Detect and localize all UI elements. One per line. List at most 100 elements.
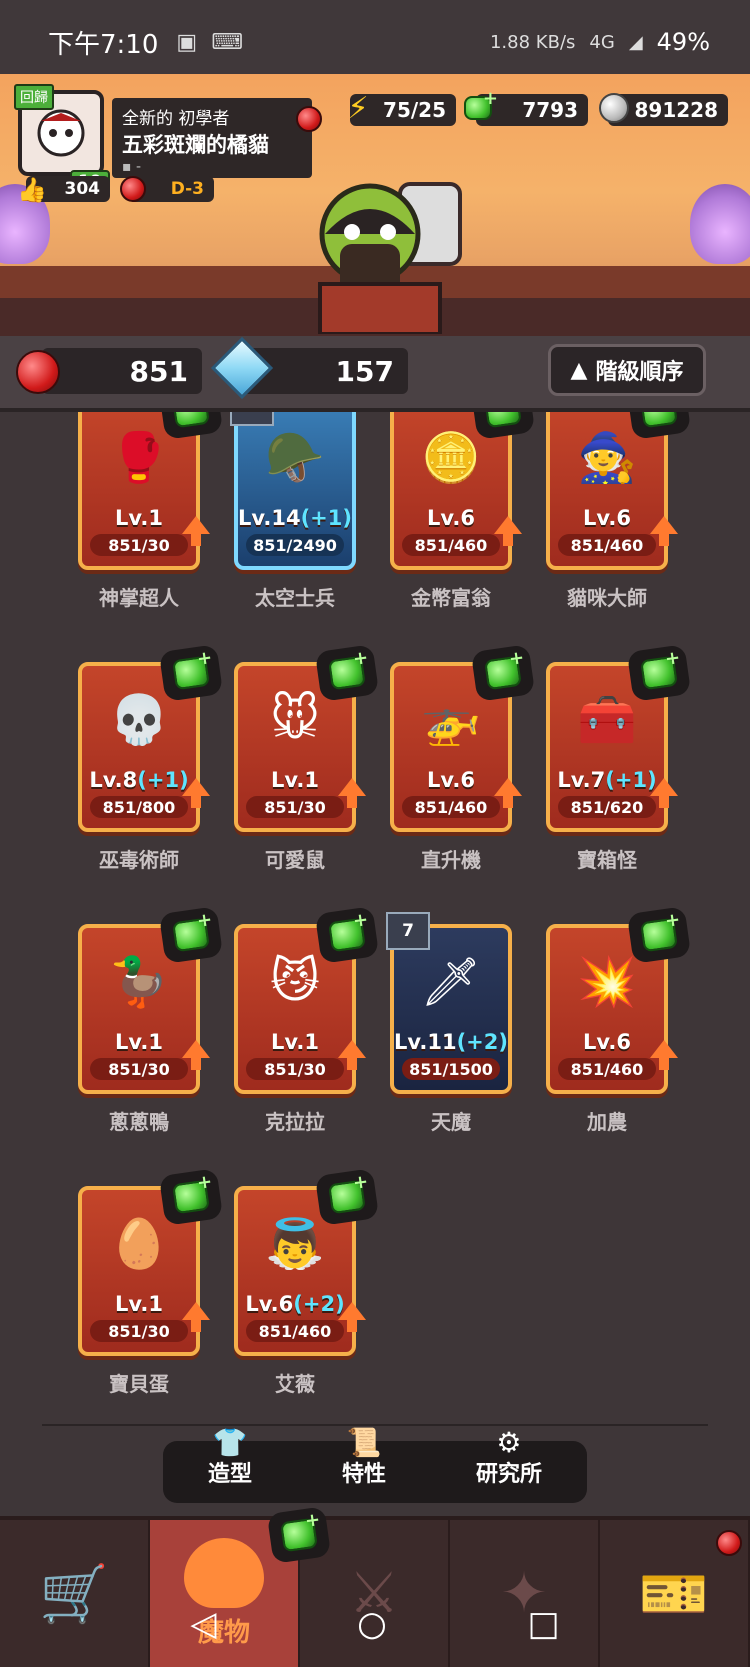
nav-rank[interactable]: ✦ — [450, 1520, 600, 1667]
gem-icon — [328, 655, 366, 691]
gem-icon — [640, 412, 678, 429]
monster-name: 神掌超人 — [99, 586, 179, 610]
monster-card[interactable]: 🪖Lv.14(+1)851/249014 — [230, 412, 356, 570]
monster-shard-progress: 851/1500 — [402, 1058, 500, 1080]
monster-name: 蔥蔥鴨 — [109, 1110, 169, 1134]
monster-card[interactable]: 🚁 Lv.6 851/460 — [390, 644, 536, 832]
gem-icon — [328, 1179, 366, 1215]
nav-battle[interactable]: ⚔ — [300, 1520, 450, 1667]
sort-button[interactable]: ▲ 階級順序 — [548, 344, 706, 396]
upgrade-gem-badge[interactable] — [314, 906, 380, 964]
monster-level-text: Lv.14 — [238, 506, 301, 530]
monster-shard-progress: 851/460 — [558, 1058, 656, 1080]
monster-grid: 🥊Lv.1851/30神掌超人🪖Lv.14(+1)851/249014太空士兵🪙… — [0, 412, 750, 1412]
upgrade-gem-badge[interactable] — [470, 644, 536, 702]
nav-shop[interactable]: 🛒 — [0, 1520, 150, 1667]
upgrade-gem-badge[interactable] — [626, 906, 692, 964]
monster-shard-progress: 851/460 — [246, 1320, 344, 1342]
upgrade-arrow-icon — [338, 1040, 366, 1070]
monster-name: 金幣富翁 — [411, 586, 491, 610]
monster-level-bonus: (+2) — [456, 1030, 508, 1054]
monster-level: Lv.1 — [238, 768, 352, 792]
upgrade-gem-badge[interactable] — [158, 1168, 224, 1226]
tab-lab-label: 研究所 — [475, 1462, 542, 1487]
monster-card[interactable]: 🧙 Lv.6 851/460 — [546, 412, 692, 570]
cart-icon: 🛒 — [39, 1561, 109, 1627]
stage-orb-icon — [120, 176, 146, 202]
tab-traits[interactable]: 📜 特性 — [342, 1426, 386, 1488]
monster-card[interactable]: 💀 Lv.8(+1) 851/800 — [78, 644, 224, 832]
gem-icon — [484, 655, 522, 691]
monster-level-text: Lv.7 — [557, 768, 606, 792]
nav-tickets[interactable]: 🎫 — [600, 1520, 750, 1667]
green-gem-icon — [460, 88, 498, 126]
sort-label: 階級順序 — [595, 360, 684, 385]
monster-name: 寶箱怪 — [577, 848, 637, 872]
monster-card[interactable]: 🗡 Lv.11(+2) 851/1500 7 — [386, 912, 512, 1094]
monster-level-text: Lv.6 — [583, 506, 631, 530]
upgrade-gem-badge[interactable] — [158, 644, 224, 702]
status-bar: 下午7:10 ▣ ⌨ 1.88 KB/s 4G ◢ 49% — [0, 0, 750, 84]
monster-card[interactable]: 👼 Lv.6(+2) 851/460 — [234, 1168, 380, 1356]
gamepad-icon: ⌨ — [211, 29, 243, 55]
upgrade-arrow-icon — [338, 778, 366, 808]
signal-icon: ◢ — [628, 31, 643, 53]
monster-name: 巫毒術師 — [99, 848, 179, 872]
monster-card[interactable]: 🪙 Lv.6 851/460 — [390, 412, 536, 570]
nav-monsters-label: 魔物 — [197, 1618, 250, 1648]
ticket-icon: 🎫 — [639, 1561, 709, 1627]
monster-level-text: Lv.1 — [115, 506, 163, 530]
network-type: 4G — [589, 31, 615, 53]
monster-card[interactable]: 🥊 Lv.1 851/30 — [78, 412, 224, 570]
hero-header: 回歸 19 全新的 初學者 五彩斑斕的橘貓 ▪ - 304 👍 D-3 75/2… — [0, 74, 750, 336]
upgrade-arrow-icon — [182, 1040, 210, 1070]
silver-coin-icon — [596, 90, 632, 126]
upgrade-arrow-icon — [182, 1302, 210, 1332]
crossed-swords-icon: ⚔ — [348, 1561, 400, 1626]
monster-card[interactable]: 🥚 Lv.1 851/30 — [78, 1168, 224, 1356]
guild-info: ▪ - — [122, 159, 142, 175]
upgrade-gem-badge[interactable] — [158, 906, 224, 964]
tab-skin[interactable]: 👕 造型 — [208, 1426, 252, 1488]
upgrade-arrow-icon — [494, 778, 522, 808]
monster-level: Lv.8(+1) — [82, 768, 196, 792]
scroll-icon: 📜 — [346, 1426, 382, 1459]
upgrade-gem-badge[interactable] — [314, 644, 380, 702]
monster-card[interactable]: 🧰 Lv.7(+1) 851/620 — [546, 644, 692, 832]
monster-level: Lv.7(+1) — [550, 768, 664, 792]
thumbs-up-icon: 👍 — [17, 176, 47, 204]
orc-boss-illustration[interactable] — [300, 164, 470, 334]
player-title: 全新的 初學者 — [122, 109, 230, 129]
monster-card[interactable]: 🐭 Lv.1 851/30 — [234, 644, 380, 832]
tab-lab[interactable]: ⚙ 研究所 — [475, 1426, 542, 1488]
monster-level-text: Lv.6 — [245, 1292, 294, 1316]
upgrade-arrow-icon — [650, 1040, 678, 1070]
upgrade-gem-badge[interactable] — [314, 1168, 380, 1226]
gem-icon — [172, 412, 210, 429]
likes-count: 304 — [64, 179, 101, 199]
gem-icon — [172, 655, 210, 691]
monster-level-text: Lv.6 — [427, 506, 475, 530]
shirt-icon: 👕 — [212, 1426, 248, 1459]
name-plate[interactable]: 全新的 初學者 五彩斑斕的橘貓 ▪ - — [112, 98, 312, 178]
clock: 下午7:10 — [48, 29, 159, 60]
triangle-up-icon: ▲ — [570, 357, 588, 383]
nav-monsters[interactable]: 魔物 — [150, 1506, 332, 1667]
monster-shard-progress: 851/30 — [90, 534, 188, 556]
monster-shard-progress: 851/800 — [90, 796, 188, 818]
net-speed: 1.88 KB/s — [489, 31, 576, 53]
monster-card[interactable]: 🦆 Lv.1 851/30 — [78, 906, 224, 1094]
player-profile[interactable]: 回歸 19 全新的 初學者 五彩斑斕的橘貓 ▪ - — [14, 84, 322, 194]
monster-card[interactable]: 😼 Lv.1 851/30 — [234, 906, 380, 1094]
monster-level-bonus: (+2) — [293, 1292, 345, 1316]
return-badge: 回歸 — [14, 84, 54, 110]
monster-name: 太空士兵 — [255, 586, 335, 610]
monster-level-bonus: (+1) — [605, 768, 657, 792]
red-orb-pill[interactable]: 851 — [42, 348, 202, 394]
upgrade-gem-badge[interactable] — [626, 644, 692, 702]
monster-level: Lv.1 — [82, 1292, 196, 1316]
bottom-navigation: 🛒 魔物 ⚔ ✦ 🎫 — [0, 1506, 750, 1667]
monster-level: Lv.6 — [550, 1030, 664, 1054]
monster-card[interactable]: 💥 Lv.6 851/460 — [546, 906, 692, 1094]
gem-icon — [172, 1179, 210, 1215]
